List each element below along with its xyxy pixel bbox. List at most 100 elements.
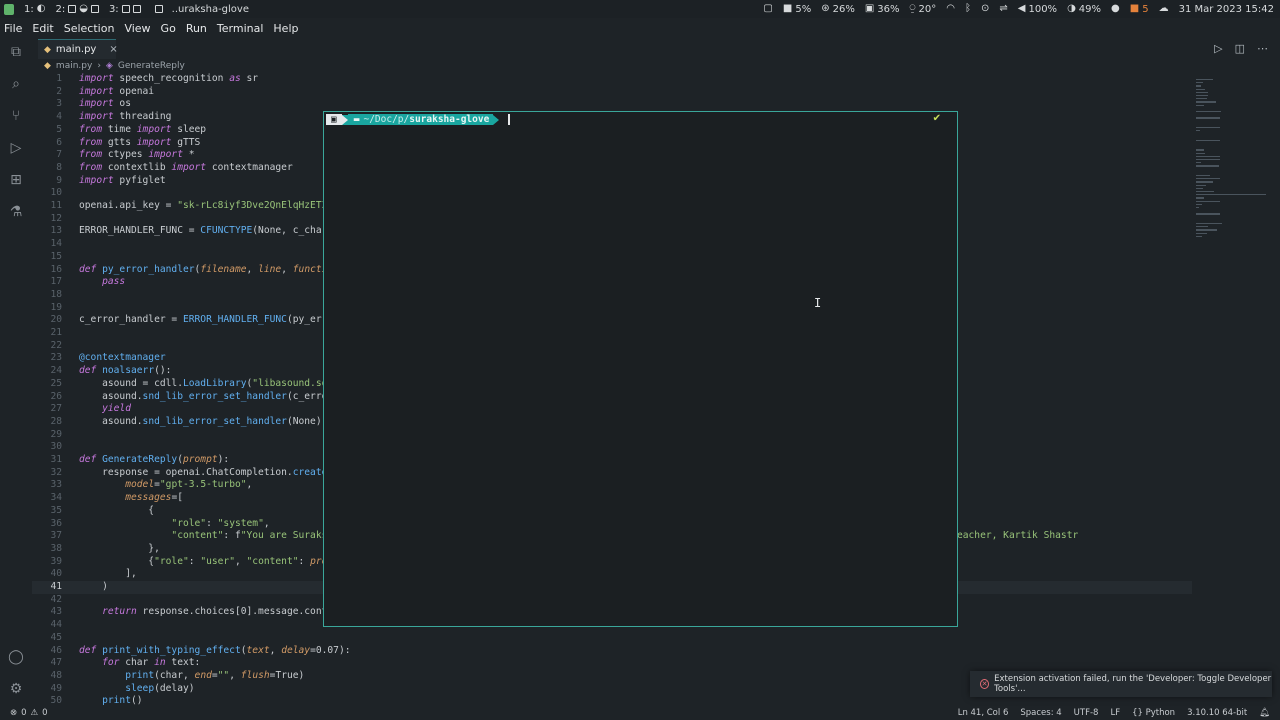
encoding[interactable]: UTF-8 [1074, 708, 1099, 718]
account-icon[interactable]: ◯ [8, 649, 24, 665]
end-of-line[interactable]: LF [1110, 708, 1120, 718]
code-line[interactable]: 3 import os [32, 98, 1192, 111]
search-icon[interactable]: ⌕ [8, 76, 24, 92]
minimap-line [1196, 152, 1205, 154]
minimap-line [1196, 226, 1208, 228]
menu-run[interactable]: Run [186, 22, 207, 35]
source-control-icon[interactable]: ⑂ [8, 108, 24, 124]
line-number: 9 [56, 174, 62, 186]
indentation[interactable]: Spaces: 4 [1020, 708, 1061, 718]
menu-file[interactable]: File [4, 22, 22, 35]
notification-message: Extension activation failed, run the 'De… [994, 674, 1272, 694]
explorer-icon[interactable]: ⧉ [8, 44, 24, 60]
minimap-line [1196, 207, 1199, 209]
network-icon[interactable]: ⇌ [999, 4, 1007, 14]
terminal-os-icon: ▣ [326, 114, 342, 125]
line-number: 1 [56, 73, 62, 84]
menu-go[interactable]: Go [161, 22, 176, 35]
minimap-line [1196, 213, 1221, 215]
code-text: def GenerateReply(prompt): [79, 454, 230, 465]
volume-indicator[interactable]: ◀ 100% [1018, 4, 1057, 15]
menu-edit[interactable]: Edit [32, 22, 53, 35]
line-number: 40 [50, 568, 62, 580]
line-number: 4 [56, 111, 62, 123]
breadcrumb-symbol[interactable]: GenerateReply [118, 61, 185, 71]
code-line[interactable]: 45 [32, 632, 1192, 645]
memory-indicator: ⊛ 26% [821, 3, 855, 15]
menu-selection[interactable]: Selection [64, 22, 115, 35]
minimap-line [1196, 235, 1203, 238]
line-number: 33 [50, 479, 62, 491]
workspace-3[interactable]: 3: [109, 4, 141, 15]
tab-close-icon[interactable]: × [109, 44, 117, 55]
memory-icon: ⊛ [821, 3, 830, 14]
menu-terminal[interactable]: Terminal [217, 22, 264, 35]
launcher-icon[interactable] [4, 3, 14, 15]
code-line[interactable]: 46 def print_with_typing_effect(text, del… [32, 645, 1192, 658]
workspace-label: 2: [55, 3, 66, 15]
problems-indicator[interactable]: ⊗ 0 ⚠ 0 [10, 708, 48, 718]
breadcrumb-separator: › [97, 61, 101, 71]
notifications-bell-icon[interactable]: 🔔︎ [1259, 708, 1270, 718]
error-notification[interactable]: ✕ Extension activation failed, run the '… [970, 671, 1272, 697]
workspace-label: 3: [108, 3, 119, 15]
minimap-line [1196, 232, 1207, 234]
line-number: 5 [56, 123, 62, 135]
code-text: {"role": "user", "content": prom [79, 555, 334, 567]
cloud-icon[interactable]: ☁ [1159, 4, 1169, 14]
code-text: return response.choices[0].message.conte [102, 606, 334, 618]
code-line[interactable]: 47 for char in text: [32, 657, 1192, 670]
split-editor-icon[interactable]: ◫ [1235, 42, 1245, 55]
minimap-line [1196, 162, 1201, 164]
tab-main-py[interactable]: ◆ main.py × [38, 39, 118, 59]
code-text: sleep(delay) [125, 682, 195, 694]
browser-icon: ◐ [36, 3, 46, 14]
testing-icon[interactable]: ⚗ [8, 204, 24, 220]
minimap[interactable] [1192, 73, 1272, 243]
floating-terminal[interactable]: ▣ ▬ ~/Doc/p/suraksha-glove ✔ I [323, 111, 958, 627]
clock[interactable]: 31 Mar 2023 15:42 [1179, 4, 1274, 15]
python-interpreter[interactable]: 3.10.10 64-bit [1187, 708, 1247, 718]
minimap-line [1196, 223, 1222, 225]
code-text: model="gpt-3.5-turbo", [125, 479, 253, 491]
wifi-icon[interactable]: ◠ [946, 4, 955, 14]
menu-help[interactable]: Help [273, 22, 298, 35]
error-count: 0 [21, 708, 27, 718]
breadcrumb-file[interactable]: main.py [56, 61, 92, 71]
line-number: 28 [50, 415, 62, 427]
minimap-line [1196, 200, 1221, 202]
tab-label: main.py [55, 44, 97, 55]
code-text: print(char, end="", flush=True) [125, 669, 305, 681]
line-number: 49 [50, 682, 62, 694]
minimap-line [1196, 155, 1221, 158]
clipboard-icon[interactable]: ▢ [763, 4, 772, 14]
workspace-2[interactable]: 2: ◒ [55, 3, 99, 15]
run-debug-icon[interactable]: ▷ [8, 140, 24, 156]
code-line[interactable]: 2 import openai [32, 86, 1192, 99]
prompt-home-path: ~/Doc/p/ [363, 114, 410, 125]
line-number: 34 [50, 492, 62, 504]
menu-view[interactable]: View [124, 22, 150, 35]
python-file-icon: ◆ [44, 44, 51, 55]
workspace-label: 1: [24, 3, 34, 15]
minimap-line [1196, 95, 1208, 97]
workspace-1[interactable]: 1: ◐ [24, 4, 45, 15]
settings-gear-icon[interactable]: ⚙ [8, 681, 24, 697]
updates-indicator[interactable]: ■ 5 [1130, 4, 1149, 15]
language-mode[interactable]: {} Python [1132, 708, 1175, 718]
cursor-position[interactable]: Ln 41, Col 6 [958, 708, 1009, 718]
code-text: ERROR_HANDLER_FUNC = CFUNCTYPE(None, c_c… [79, 225, 334, 237]
code-line[interactable]: 1 import speech_recognition as sr [32, 73, 1192, 86]
menu-bar: File Edit Selection View Go Run Terminal… [0, 18, 1280, 39]
thermometer-icon: ⍜ [909, 3, 916, 14]
line-number: 41 [50, 581, 62, 592]
bluetooth-icon[interactable]: ᛒ [965, 4, 971, 14]
minimap-line [1196, 197, 1204, 199]
location-icon[interactable]: ● [1111, 4, 1120, 14]
run-file-icon[interactable]: ▷ [1214, 42, 1222, 55]
activity-bar: ⧉ ⌕ ⑂ ▷ ⊞ ⚗ ◯ ⚙ [0, 39, 32, 706]
extensions-icon[interactable]: ⊞ [8, 172, 24, 188]
vpn-icon[interactable]: ⊙ [981, 4, 989, 14]
more-actions-icon[interactable]: ⋯ [1257, 42, 1268, 55]
line-number: 37 [50, 530, 62, 542]
